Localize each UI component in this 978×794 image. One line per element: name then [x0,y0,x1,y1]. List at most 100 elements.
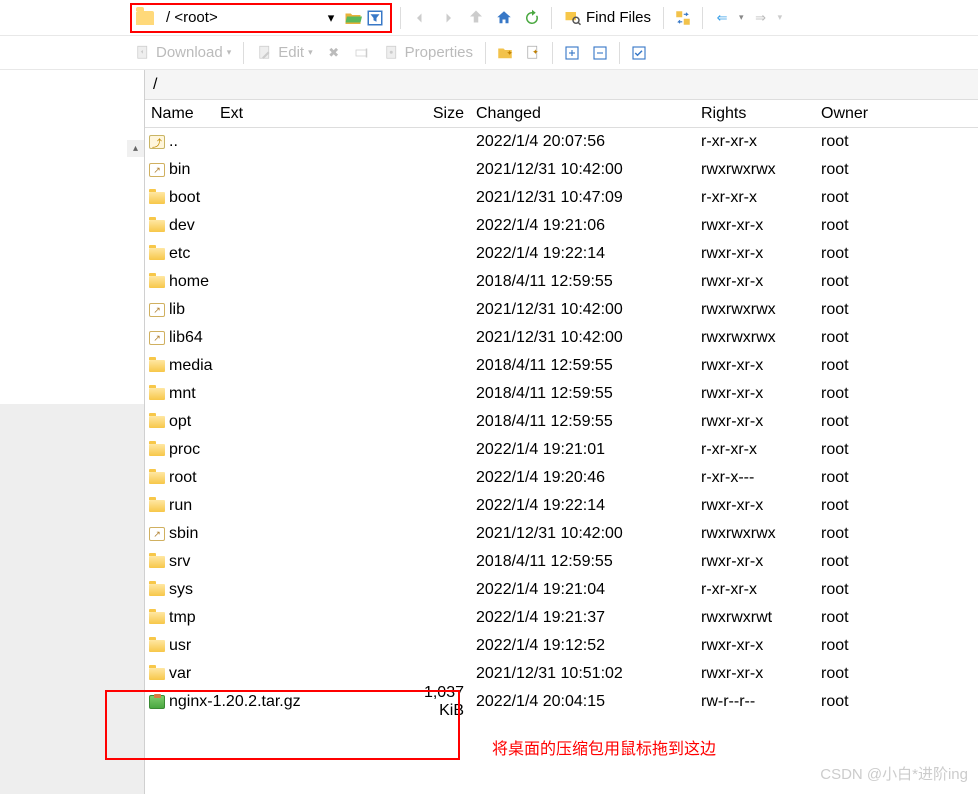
separator [619,42,620,64]
row-name: tmp [169,609,415,627]
file-row[interactable]: boot2021/12/31 10:47:09r-xr-xr-xroot [145,184,978,212]
row-icon-cell [145,612,169,624]
row-owner: root [815,637,915,655]
row-icon-cell: ↗ [145,303,169,317]
folder-icon [149,472,165,484]
row-changed: 2021/12/31 10:42:00 [470,329,695,347]
row-rights: r-xr-x--- [695,469,815,487]
rename-button[interactable] [351,42,373,64]
row-rights: rwxr-xr-x [695,385,815,403]
find-files-button[interactable]: Find Files [560,9,655,27]
file-row[interactable]: srv2018/4/11 12:59:55rwxr-xr-xroot [145,548,978,576]
forward-button[interactable] [437,7,459,29]
folder-icon [149,500,165,512]
new-folder-button[interactable]: ✦ [494,42,516,64]
file-row[interactable]: ↗lib2021/12/31 10:42:00rwxrwxrwxroot [145,296,978,324]
properties-button[interactable]: Properties [379,44,477,62]
dropdown-icon[interactable]: ▾ [320,7,342,29]
row-name: usr [169,637,415,655]
file-row[interactable]: root2022/1/4 19:20:46r-xr-x---root [145,464,978,492]
history-back-button[interactable]: ⇐ [711,7,733,29]
row-changed: 2022/1/4 19:21:06 [470,217,695,235]
row-icon-cell: ↗ [145,163,169,177]
file-row[interactable]: dev2022/1/4 19:21:06rwxr-xr-xroot [145,212,978,240]
up-button[interactable] [465,7,487,29]
download-button[interactable]: Download ▾ [130,44,235,62]
row-owner: root [815,301,915,319]
current-path-bar[interactable]: / [145,70,978,100]
file-row[interactable]: ↗lib642021/12/31 10:42:00rwxrwxrwxroot [145,324,978,352]
row-icon-cell [145,360,169,372]
row-owner: root [815,469,915,487]
sync-button[interactable] [672,7,694,29]
row-icon-cell [145,695,169,709]
file-row[interactable]: media2018/4/11 12:59:55rwxr-xr-xroot [145,352,978,380]
row-owner: root [815,245,915,263]
file-row[interactable]: proc2022/1/4 19:21:01r-xr-xr-xroot [145,436,978,464]
row-rights: rwxrwxrwx [695,301,815,319]
folder-icon [149,640,165,652]
header-ext[interactable]: Ext [220,105,415,123]
collapse-button[interactable] [589,42,611,64]
history-forward-button[interactable]: ⇒ [750,7,772,29]
file-row[interactable]: opt2018/4/11 12:59:55rwxr-xr-xroot [145,408,978,436]
delete-button[interactable]: ✖ [323,42,345,64]
header-changed[interactable]: Changed [470,105,695,123]
row-name: boot [169,189,415,207]
row-changed: 2021/12/31 10:42:00 [470,161,695,179]
file-row[interactable]: var2021/12/31 10:51:02rwxr-xr-xroot [145,660,978,688]
symlink-icon: ↗ [149,163,165,177]
row-name: home [169,273,415,291]
home-button[interactable] [493,7,515,29]
back-button[interactable] [409,7,431,29]
file-row[interactable]: etc2022/1/4 19:22:14rwxr-xr-xroot [145,240,978,268]
file-row[interactable]: home2018/4/11 12:59:55rwxr-xr-xroot [145,268,978,296]
file-row[interactable]: tmp2022/1/4 19:21:37rwxrwxrwtroot [145,604,978,632]
row-icon-cell [145,192,169,204]
file-rows: ⤴..2022/1/4 20:07:56r-xr-xr-xroot↗bin202… [145,128,978,716]
row-rights: rwxr-xr-x [695,413,815,431]
filter-icon[interactable] [364,7,386,29]
row-owner: root [815,497,915,515]
refresh-button[interactable] [521,7,543,29]
open-folder-icon[interactable] [342,7,364,29]
folder-icon [149,416,165,428]
expand-button[interactable] [561,42,583,64]
row-changed: 2022/1/4 19:21:37 [470,609,695,627]
header-size[interactable]: Size [415,105,470,123]
header-name[interactable]: Name [145,105,220,123]
file-row[interactable]: sys2022/1/4 19:21:04r-xr-xr-xroot [145,576,978,604]
file-row[interactable]: mnt2018/4/11 12:59:55rwxr-xr-xroot [145,380,978,408]
row-owner: root [815,189,915,207]
folder-icon [149,668,165,680]
file-row[interactable]: ↗bin2021/12/31 10:42:00rwxrwxrwxroot [145,156,978,184]
header-rights[interactable]: Rights [695,105,815,123]
row-rights: r-xr-xr-x [695,441,815,459]
scroll-up-icon[interactable]: ▴ [127,140,144,157]
edit-button[interactable]: Edit ▾ [252,44,316,62]
file-row[interactable]: usr2022/1/4 19:12:52rwxr-xr-xroot [145,632,978,660]
row-icon-cell [145,220,169,232]
row-icon-cell [145,640,169,652]
left-tree-pane[interactable]: ▴ [0,70,145,794]
row-changed: 2018/4/11 12:59:55 [470,385,695,403]
row-icon-cell [145,276,169,288]
row-owner: root [815,525,915,543]
file-row[interactable]: run2022/1/4 19:22:14rwxr-xr-xroot [145,492,978,520]
archive-icon [149,695,165,709]
parent-dir-icon: ⤴ [149,135,165,149]
folder-icon [149,584,165,596]
row-owner: root [815,413,915,431]
path-selector[interactable]: / <root> ▾ [130,3,392,33]
header-owner[interactable]: Owner [815,105,915,123]
row-changed: 2022/1/4 19:21:04 [470,581,695,599]
new-file-button[interactable]: ✦ [522,42,544,64]
check-button[interactable] [628,42,650,64]
file-row[interactable]: nginx-1.20.2.tar.gz1,037 KiB2022/1/4 20:… [145,688,978,716]
file-row[interactable]: ⤴..2022/1/4 20:07:56r-xr-xr-xroot [145,128,978,156]
separator [485,42,486,64]
row-icon-cell [145,556,169,568]
row-rights: rwxr-xr-x [695,217,815,235]
file-row[interactable]: ↗sbin2021/12/31 10:42:00rwxrwxrwxroot [145,520,978,548]
row-icon-cell: ↗ [145,527,169,541]
